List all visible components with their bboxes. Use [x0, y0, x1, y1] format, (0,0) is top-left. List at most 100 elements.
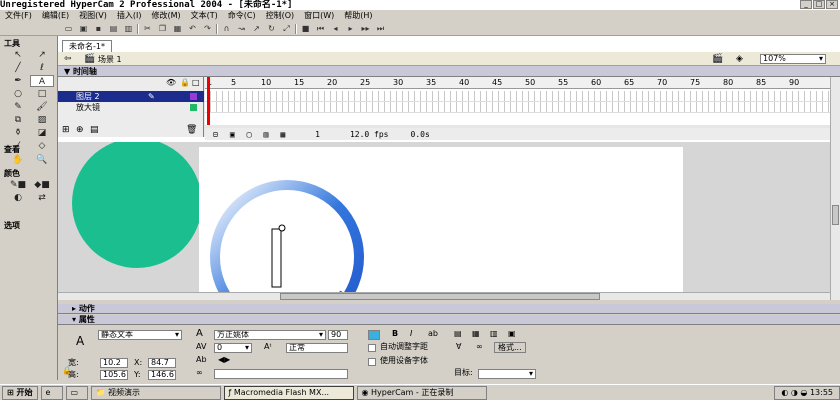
- auto-kern-checkbox[interactable]: [368, 344, 376, 352]
- edit-scene-icon[interactable]: 🎬: [712, 54, 723, 64]
- frame-row[interactable]: [205, 102, 830, 113]
- quicklaunch-desktop-icon[interactable]: ▭: [65, 385, 88, 400]
- text-type-select[interactable]: 静态文本 ▾: [98, 330, 182, 340]
- playhead[interactable]: [207, 77, 210, 125]
- step-back-icon[interactable]: ◂: [329, 23, 342, 34]
- brush-tool-icon[interactable]: 🖌: [30, 101, 54, 113]
- subselect-tool-icon[interactable]: ↗: [30, 49, 54, 61]
- char-spacing-select[interactable]: 0 ▾: [214, 343, 252, 353]
- paste-icon[interactable]: ▦: [171, 23, 184, 34]
- format-button[interactable]: 格式...: [494, 342, 526, 353]
- print-icon[interactable]: ▤: [107, 23, 120, 34]
- redo-icon[interactable]: ↷: [201, 23, 214, 34]
- copy-icon[interactable]: ❐: [156, 23, 169, 34]
- char-position-select[interactable]: 正常: [286, 343, 348, 353]
- pen-tool-icon[interactable]: ✒: [6, 75, 30, 87]
- undo-icon[interactable]: ↶: [186, 23, 199, 34]
- frames-grid[interactable]: 1 5 10 15 20 25 30 35 40 45 50 55 60 65 …: [205, 77, 830, 125]
- center-frame-icon[interactable]: ⊟: [213, 130, 218, 139]
- layer-color-swatch[interactable]: [190, 104, 197, 111]
- target-select[interactable]: ▾: [478, 369, 536, 379]
- italic-icon[interactable]: I: [410, 329, 412, 339]
- modify-markers-icon[interactable]: ▦: [280, 130, 285, 139]
- eraser-tool-icon[interactable]: ◇: [30, 140, 54, 152]
- save-icon[interactable]: ▪: [92, 23, 105, 34]
- selectable-text-icon[interactable]: Ab: [196, 355, 207, 365]
- menu-window[interactable]: 窗口(W): [299, 10, 339, 22]
- paint-bucket-tool-icon[interactable]: ◪: [30, 127, 54, 139]
- eye-column-icon[interactable]: 👁: [166, 78, 176, 87]
- pencil-tool-icon[interactable]: ✎: [6, 101, 30, 113]
- layer-color-swatch[interactable]: [190, 93, 197, 100]
- edit-multiple-icon[interactable]: ▥: [263, 130, 268, 139]
- straighten-icon[interactable]: ↗: [250, 23, 263, 34]
- align-right-icon[interactable]: ▥: [490, 329, 498, 339]
- menu-insert[interactable]: 插入(I): [112, 10, 147, 22]
- text-direction-icon[interactable]: ab: [428, 329, 438, 339]
- zoom-select[interactable]: 107% ▾: [760, 54, 826, 64]
- html-render-icon[interactable]: ◀▶: [218, 355, 230, 365]
- print-preview-icon[interactable]: ▥: [122, 23, 135, 34]
- maximize-icon[interactable]: □: [813, 0, 825, 9]
- insert-folder-icon[interactable]: ▤: [90, 125, 99, 135]
- default-colors-icon[interactable]: ◐: [6, 192, 30, 204]
- hand-tool-icon[interactable]: ✋: [6, 154, 30, 166]
- rewind-icon[interactable]: ⏮: [314, 23, 327, 34]
- outline-column-icon[interactable]: □: [192, 78, 200, 87]
- line-tool-icon[interactable]: ╱: [6, 62, 30, 74]
- stage[interactable]: [199, 147, 683, 292]
- width-field[interactable]: 10.2: [100, 358, 128, 368]
- onion-outline-icon[interactable]: ▢: [247, 130, 252, 139]
- step-forward-icon[interactable]: ▸▸: [359, 23, 372, 34]
- snap-magnet-icon[interactable]: ∩: [220, 23, 233, 34]
- scale-icon[interactable]: ⤢: [280, 23, 293, 34]
- open-folder-icon[interactable]: ▣: [77, 23, 90, 34]
- delete-layer-icon[interactable]: 🗑: [186, 125, 197, 135]
- ink-bottle-tool-icon[interactable]: ⚱: [6, 127, 30, 139]
- rotate-icon[interactable]: ↻: [265, 23, 278, 34]
- align-center-icon[interactable]: ▦: [472, 329, 480, 339]
- menu-text[interactable]: 文本(T): [186, 10, 223, 22]
- tray-icons[interactable]: ◐ ◑ ◒: [781, 388, 810, 397]
- fill-transform-tool-icon[interactable]: ▨: [30, 114, 54, 126]
- horizontal-scrollbar[interactable]: [58, 292, 830, 300]
- new-file-icon[interactable]: ▭: [62, 23, 75, 34]
- stop-icon[interactable]: ■: [299, 23, 312, 34]
- properties-panel-header[interactable]: ▾ 属性: [58, 315, 840, 325]
- x-field[interactable]: 84.7: [148, 358, 176, 368]
- onion-skin-icon[interactable]: ▣: [230, 130, 235, 139]
- play-icon[interactable]: ▸: [344, 23, 357, 34]
- lasso-tool-icon[interactable]: ℓ: [30, 62, 54, 74]
- minimize-icon[interactable]: _: [800, 0, 812, 9]
- add-layer-icon[interactable]: ⊞: [62, 125, 70, 135]
- stroke-color-icon[interactable]: ✎■: [6, 179, 30, 191]
- font-select[interactable]: 方正姚体 ▾: [214, 330, 326, 340]
- menu-help[interactable]: 帮助(H): [339, 10, 377, 22]
- document-tab[interactable]: 未命名-1*: [62, 40, 112, 52]
- close-icon[interactable]: ×: [826, 0, 838, 9]
- align-left-icon[interactable]: ▤: [454, 329, 462, 339]
- cut-icon[interactable]: ✂: [141, 23, 154, 34]
- bold-icon[interactable]: B: [392, 329, 398, 339]
- text-color-swatch[interactable]: [368, 330, 380, 340]
- menu-control[interactable]: 控制(O): [261, 10, 300, 22]
- fill-color-icon[interactable]: ◆■: [30, 179, 54, 191]
- link-icon[interactable]: ∞: [476, 342, 483, 352]
- y-field[interactable]: 146.6: [148, 370, 176, 380]
- height-field[interactable]: 105.6: [100, 370, 128, 380]
- go-end-icon[interactable]: ⏭: [374, 23, 387, 34]
- free-transform-tool-icon[interactable]: ⧉: [6, 114, 30, 126]
- frame-row[interactable]: [205, 91, 830, 102]
- swap-colors-icon[interactable]: ⇄: [30, 192, 54, 204]
- url-link-field[interactable]: [214, 369, 348, 379]
- rotate-text-icon[interactable]: Ɐ: [456, 342, 461, 352]
- layer-row[interactable]: 图层 2 ✎: [58, 91, 204, 102]
- timeline-header[interactable]: ▼ 时间轴: [58, 66, 840, 77]
- edit-symbol-icon[interactable]: ◈: [736, 54, 743, 64]
- taskbar-item[interactable]: ƒ Macromedia Flash MX...: [223, 385, 354, 400]
- menu-file[interactable]: 文件(F): [0, 10, 37, 22]
- arrow-tool-icon[interactable]: ↖: [6, 49, 30, 61]
- menu-view[interactable]: 视图(V): [74, 10, 112, 22]
- scroll-thumb[interactable]: [280, 293, 600, 300]
- zoom-tool-icon[interactable]: 🔍: [30, 154, 54, 166]
